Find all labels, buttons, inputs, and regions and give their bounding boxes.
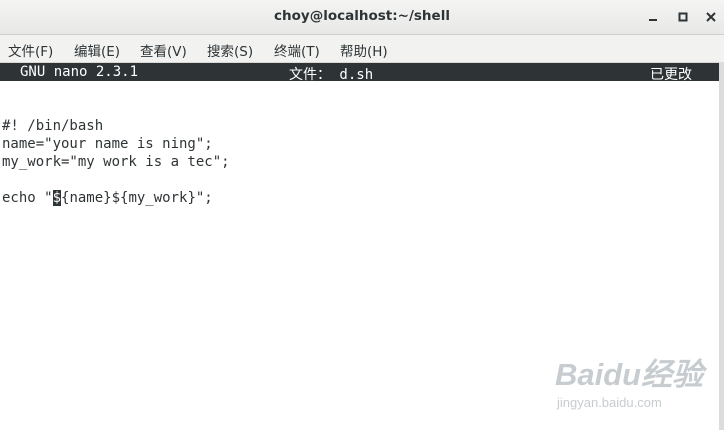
menu-search[interactable]: 搜索(S) [207, 40, 253, 60]
menu-view[interactable]: 查看(V) [140, 40, 187, 60]
watermark-url: jingyan.baidu.com [557, 395, 662, 410]
menu-help[interactable]: 帮助(H) [340, 40, 388, 60]
watermark: Baidu经验 jingyan.baidu.com [555, 349, 703, 414]
menu-file[interactable]: 文件(F) [8, 40, 53, 60]
menu-bar: 文件(F) 编辑(E) 查看(V) 搜索(S) 终端(T) 帮助(H) [0, 35, 724, 63]
nano-filename: 文件： d.sh [289, 67, 374, 83]
nano-modified-status: 已更改 [650, 67, 692, 83]
text-cursor: $ [52, 190, 62, 206]
editor-line: echo "${name}${my_work}"; [2, 190, 213, 206]
editor-text[interactable]: #! /bin/bash name="your name is ning"; my_… [2, 99, 230, 207]
window-titlebar[interactable]: choy@localhost:~/shell [0, 0, 724, 35]
maximize-icon[interactable] [672, 6, 694, 28]
editor-line: name="your name is ning"; [2, 136, 213, 152]
nano-version: GNU nano 2.3.1 [20, 64, 139, 80]
window-title: choy@localhost:~/shell [274, 8, 450, 24]
editor-line: #! /bin/bash [2, 118, 104, 134]
editor-line: my_work="my work is a tec"; [2, 154, 230, 170]
close-icon[interactable] [700, 6, 722, 28]
scrollbar[interactable] [719, 62, 724, 430]
menu-terminal[interactable]: 终端(T) [274, 40, 320, 60]
watermark-logo: Baidu经验 [555, 357, 704, 392]
nano-header-bar: GNU nano 2.3.1 文件： d.sh 已更改 [0, 63, 724, 83]
minimize-icon[interactable] [642, 6, 664, 28]
menu-edit[interactable]: 编辑(E) [74, 40, 120, 60]
